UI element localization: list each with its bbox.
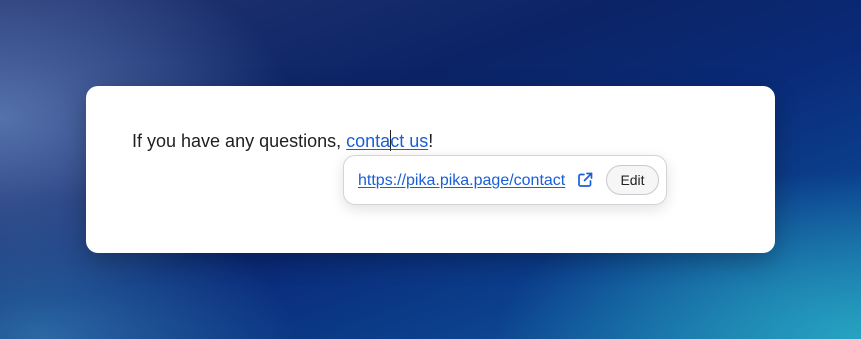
link-text-start: conta (346, 131, 391, 151)
contact-link[interactable]: contact us (346, 130, 429, 151)
paragraph-text: If you have any questions, (132, 131, 347, 151)
link-popover: https://pika.pika.page/contact Edit (343, 155, 667, 205)
paragraph-punctuation: ! (428, 131, 434, 151)
edit-link-button[interactable]: Edit (606, 165, 659, 195)
editor-card: If you have any questions, contact us! h… (86, 86, 775, 253)
link-text-end: ct us (390, 131, 429, 151)
external-link-icon[interactable] (576, 171, 594, 189)
editor-paragraph[interactable]: If you have any questions, contact us! (132, 130, 433, 152)
link-url[interactable]: https://pika.pika.page/contact (358, 171, 565, 191)
